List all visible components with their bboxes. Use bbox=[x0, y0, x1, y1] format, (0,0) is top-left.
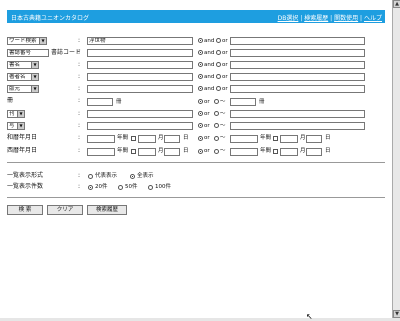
radio-count-50[interactable] bbox=[118, 185, 123, 190]
page-title: 日本古典籍ユニオンカタログ bbox=[11, 15, 90, 22]
chevron-down-icon: ▼ bbox=[39, 38, 46, 44]
header-links: DB選択 | 検索履歴 | 関数使用 | ヘルプ bbox=[277, 15, 382, 22]
field-selector-1[interactable]: ワード検索 ▼ bbox=[7, 37, 47, 45]
wareki-year-input-2[interactable] bbox=[230, 135, 258, 143]
seireki-day-input[interactable] bbox=[164, 148, 180, 156]
divider-2 bbox=[7, 197, 385, 198]
display-format-label: 一覧表示形式 bbox=[7, 172, 44, 179]
radio-and-3[interactable] bbox=[198, 62, 203, 67]
divider bbox=[7, 162, 385, 163]
year-input-1[interactable] bbox=[87, 110, 193, 118]
radio-or-1[interactable] bbox=[216, 38, 221, 43]
chevron-down-icon: ▼ bbox=[17, 123, 24, 129]
text-input-1[interactable]: 浮世物 bbox=[87, 37, 193, 45]
wareki-month-input-2[interactable] bbox=[280, 135, 298, 143]
chevron-down-icon: ▼ bbox=[31, 62, 38, 68]
text-input-5b[interactable] bbox=[230, 85, 365, 93]
text-input-4[interactable] bbox=[87, 73, 193, 81]
text-input-3[interactable] bbox=[87, 61, 193, 69]
radio-count-20[interactable] bbox=[88, 185, 93, 190]
header-bar: 日本古典籍ユニオンカタログ DB選択 | 検索履歴 | 関数使用 | ヘルプ bbox=[7, 10, 385, 23]
text-input-4b[interactable] bbox=[230, 73, 365, 81]
wareki-label: 和暦年月日 bbox=[7, 134, 38, 141]
year-selector-1[interactable]: 刊 ▼ bbox=[7, 110, 25, 118]
seireki-year-input[interactable] bbox=[87, 148, 115, 156]
seireki-checkbox[interactable] bbox=[131, 149, 136, 154]
history-button[interactable]: 検索履歴 bbox=[87, 205, 127, 215]
chevron-down-icon: ▼ bbox=[31, 74, 38, 80]
radio-or-2[interactable] bbox=[216, 50, 221, 55]
radio-range-8[interactable] bbox=[214, 123, 219, 128]
field-selector-5[interactable]: 版元 ▼ bbox=[7, 85, 39, 93]
seireki-month-input[interactable] bbox=[138, 148, 156, 156]
seireki-label: 西暦年月日 bbox=[7, 147, 38, 154]
scroll-up-icon[interactable]: ▲ bbox=[393, 0, 400, 8]
wareki-day-input[interactable] bbox=[164, 135, 180, 143]
ryo-from-input[interactable] bbox=[87, 98, 113, 106]
seireki-checkbox-2[interactable] bbox=[273, 149, 278, 154]
text-input-1b[interactable] bbox=[230, 37, 365, 45]
mouse-cursor-icon: ↖ bbox=[306, 312, 313, 321]
link-functions[interactable]: 関数使用 bbox=[334, 15, 358, 22]
radio-and-5[interactable] bbox=[198, 86, 203, 91]
radio-or-6[interactable] bbox=[198, 99, 203, 104]
radio-or-3[interactable] bbox=[216, 62, 221, 67]
seireki-day-input-2[interactable] bbox=[306, 148, 322, 156]
wareki-year-input[interactable] bbox=[87, 135, 115, 143]
display-count-label: 一覧表示件数 bbox=[7, 183, 44, 190]
link-history[interactable]: 検索履歴 bbox=[304, 15, 328, 22]
radio-or-9[interactable] bbox=[198, 136, 203, 141]
radio-display-representative[interactable] bbox=[88, 174, 93, 179]
wareki-checkbox-2[interactable] bbox=[273, 136, 278, 141]
field-selector-3[interactable]: 書名 ▼ bbox=[7, 61, 39, 69]
text-input-2b[interactable] bbox=[230, 49, 365, 57]
field-selector-4[interactable]: 著者名 ▼ bbox=[7, 73, 39, 81]
radio-and-2[interactable] bbox=[198, 50, 203, 55]
year-input-2b[interactable] bbox=[230, 122, 365, 130]
text-input-5[interactable] bbox=[87, 85, 193, 93]
radio-range-9[interactable] bbox=[214, 136, 219, 141]
browser-frame: 日本古典籍ユニオンカタログ DB選択 | 検索履歴 | 関数使用 | ヘルプ ワ… bbox=[0, 0, 393, 318]
chevron-down-icon: ▼ bbox=[17, 111, 24, 117]
seireki-month-input-2[interactable] bbox=[280, 148, 298, 156]
ryo-label: 冊 bbox=[7, 97, 14, 104]
radio-or-8[interactable] bbox=[198, 123, 203, 128]
radio-count-100[interactable] bbox=[148, 185, 153, 190]
field-selector-2[interactable]: 書誌番号 bbox=[7, 49, 49, 57]
vertical-scrollbar[interactable]: ▲ ▼ bbox=[392, 0, 400, 318]
seireki-year-input-2[interactable] bbox=[230, 148, 258, 156]
radio-and-4[interactable] bbox=[198, 74, 203, 79]
radio-range-10[interactable] bbox=[214, 149, 219, 154]
clear-button[interactable]: クリア bbox=[47, 205, 83, 215]
wareki-day-input-2[interactable] bbox=[306, 135, 322, 143]
chevron-down-icon: ▼ bbox=[31, 86, 38, 92]
link-db-select[interactable]: DB選択 bbox=[278, 15, 299, 22]
link-help[interactable]: ヘルプ bbox=[364, 15, 382, 22]
year-input-1b[interactable] bbox=[230, 110, 365, 118]
wareki-checkbox[interactable] bbox=[131, 136, 136, 141]
radio-range-7[interactable] bbox=[214, 111, 219, 116]
radio-or-10[interactable] bbox=[198, 149, 203, 154]
radio-range-6[interactable] bbox=[214, 99, 219, 104]
radio-display-all[interactable] bbox=[130, 174, 135, 179]
radio-and-1[interactable] bbox=[198, 38, 203, 43]
scroll-down-icon[interactable]: ▼ bbox=[393, 310, 400, 318]
ryo-to-input[interactable] bbox=[230, 98, 256, 106]
wareki-month-input[interactable] bbox=[138, 135, 156, 143]
radio-or-5[interactable] bbox=[216, 86, 221, 91]
radio-or-4[interactable] bbox=[216, 74, 221, 79]
year-selector-2[interactable]: 写 ▼ bbox=[7, 122, 25, 130]
year-input-2[interactable] bbox=[87, 122, 193, 130]
text-input-2[interactable] bbox=[87, 49, 193, 57]
search-button[interactable]: 検 索 bbox=[7, 205, 43, 215]
radio-or-7[interactable] bbox=[198, 111, 203, 116]
text-input-3b[interactable] bbox=[230, 61, 365, 69]
